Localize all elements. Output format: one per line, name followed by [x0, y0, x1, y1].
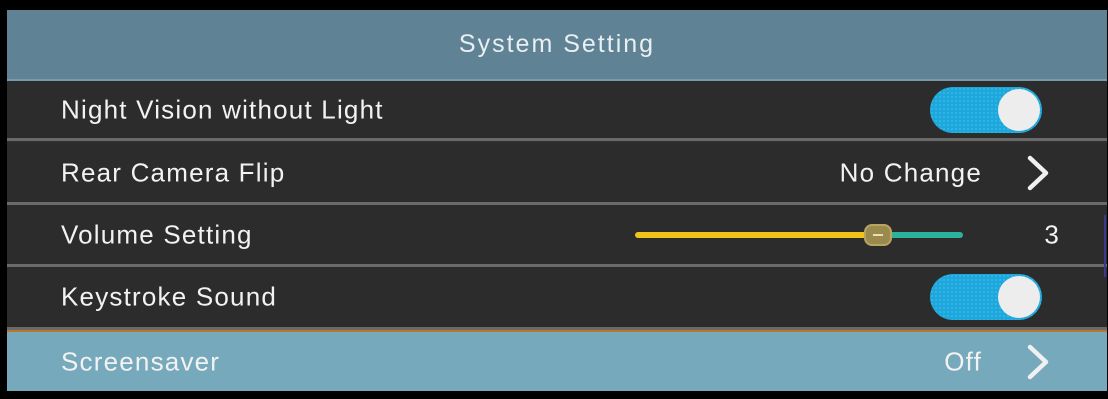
scroll-indicator	[1104, 215, 1106, 277]
toggle-knob	[998, 276, 1040, 318]
setting-label: Night Vision without Light	[61, 94, 384, 124]
setting-label: Volume Setting	[61, 219, 253, 249]
setting-value: No Change	[839, 157, 982, 187]
slider-thumb[interactable]	[863, 223, 892, 246]
toggle-knob	[998, 88, 1040, 131]
setting-row-volume[interactable]: Volume Setting 3	[7, 205, 1107, 267]
keystroke-sound-toggle[interactable]	[930, 274, 1042, 320]
setting-label: Rear Camera Flip	[61, 157, 286, 187]
page-title-text: System Setting	[458, 30, 656, 58]
chevron-right-icon[interactable]	[1026, 155, 1052, 191]
setting-label: Keystroke Sound	[61, 281, 278, 312]
setting-row-rear-camera-flip[interactable]: Rear Camera Flip No Change	[7, 143, 1107, 205]
slider-fill	[635, 231, 878, 238]
setting-row-night-vision[interactable]: Night Vision without Light	[7, 81, 1107, 141]
setting-row-keystroke-sound[interactable]: Keystroke Sound	[7, 267, 1107, 330]
setting-value: Off	[944, 346, 982, 376]
volume-slider[interactable]	[635, 223, 963, 246]
chevron-right-icon[interactable]	[1026, 344, 1052, 380]
volume-value: 3	[1044, 219, 1060, 249]
setting-label: Screensaver	[61, 346, 221, 376]
page-title: System Setting	[7, 10, 1107, 81]
setting-row-screensaver[interactable]: Screensaver Off	[7, 330, 1107, 391]
settings-panel: System Setting Night Vision without Ligh…	[7, 10, 1107, 391]
night-vision-toggle[interactable]	[930, 86, 1042, 133]
